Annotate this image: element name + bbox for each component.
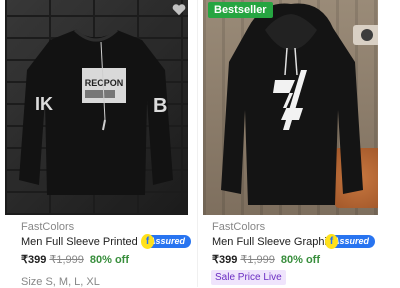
price-row: ₹399 ₹1,999 80% off xyxy=(21,253,129,266)
print-text-recpon: RECPON xyxy=(85,78,124,88)
sweatshirt-illustration: RECPON IK B xyxy=(19,28,173,195)
product-image-2[interactable]: Bestseller xyxy=(203,0,378,215)
product-brand: FastColors xyxy=(212,221,266,233)
hoodie-illustration xyxy=(221,3,363,205)
product-brand: FastColors xyxy=(21,221,75,233)
mrp: ₹1,999 xyxy=(240,254,275,266)
wishlist-heart-icon[interactable] xyxy=(172,4,186,16)
product-image-1[interactable]: RECPON IK B xyxy=(5,0,188,215)
print-text-right-sleeve: B xyxy=(153,95,167,117)
sale-price-live-tag: Sale Price Live xyxy=(211,270,286,285)
size-options: Size S, M, L, XL xyxy=(21,276,100,288)
print-text-left-sleeve: IK xyxy=(35,94,53,114)
product-card-2[interactable]: Bestseller FastColors Men Full Sleeve Gr… xyxy=(203,0,400,287)
discount: 80% off xyxy=(280,254,321,266)
price-row: ₹399 ₹1,999 80% off xyxy=(212,253,320,266)
card-divider xyxy=(197,0,198,287)
product-card-1[interactable]: RECPON IK B FastColors Men Full Sleeve P… xyxy=(5,0,197,288)
price: ₹399 xyxy=(212,254,238,266)
product-title[interactable]: Men Full Sleeve Graphic... xyxy=(212,236,342,248)
price: ₹399 xyxy=(21,254,47,266)
assured-badge: Assured xyxy=(141,234,191,249)
assured-badge: Assured xyxy=(325,234,375,249)
discount: 80% off xyxy=(89,254,130,266)
bestseller-badge: Bestseller xyxy=(208,2,273,18)
mrp: ₹1,999 xyxy=(49,254,84,266)
product-title[interactable]: Men Full Sleeve Printed ... xyxy=(21,236,150,248)
